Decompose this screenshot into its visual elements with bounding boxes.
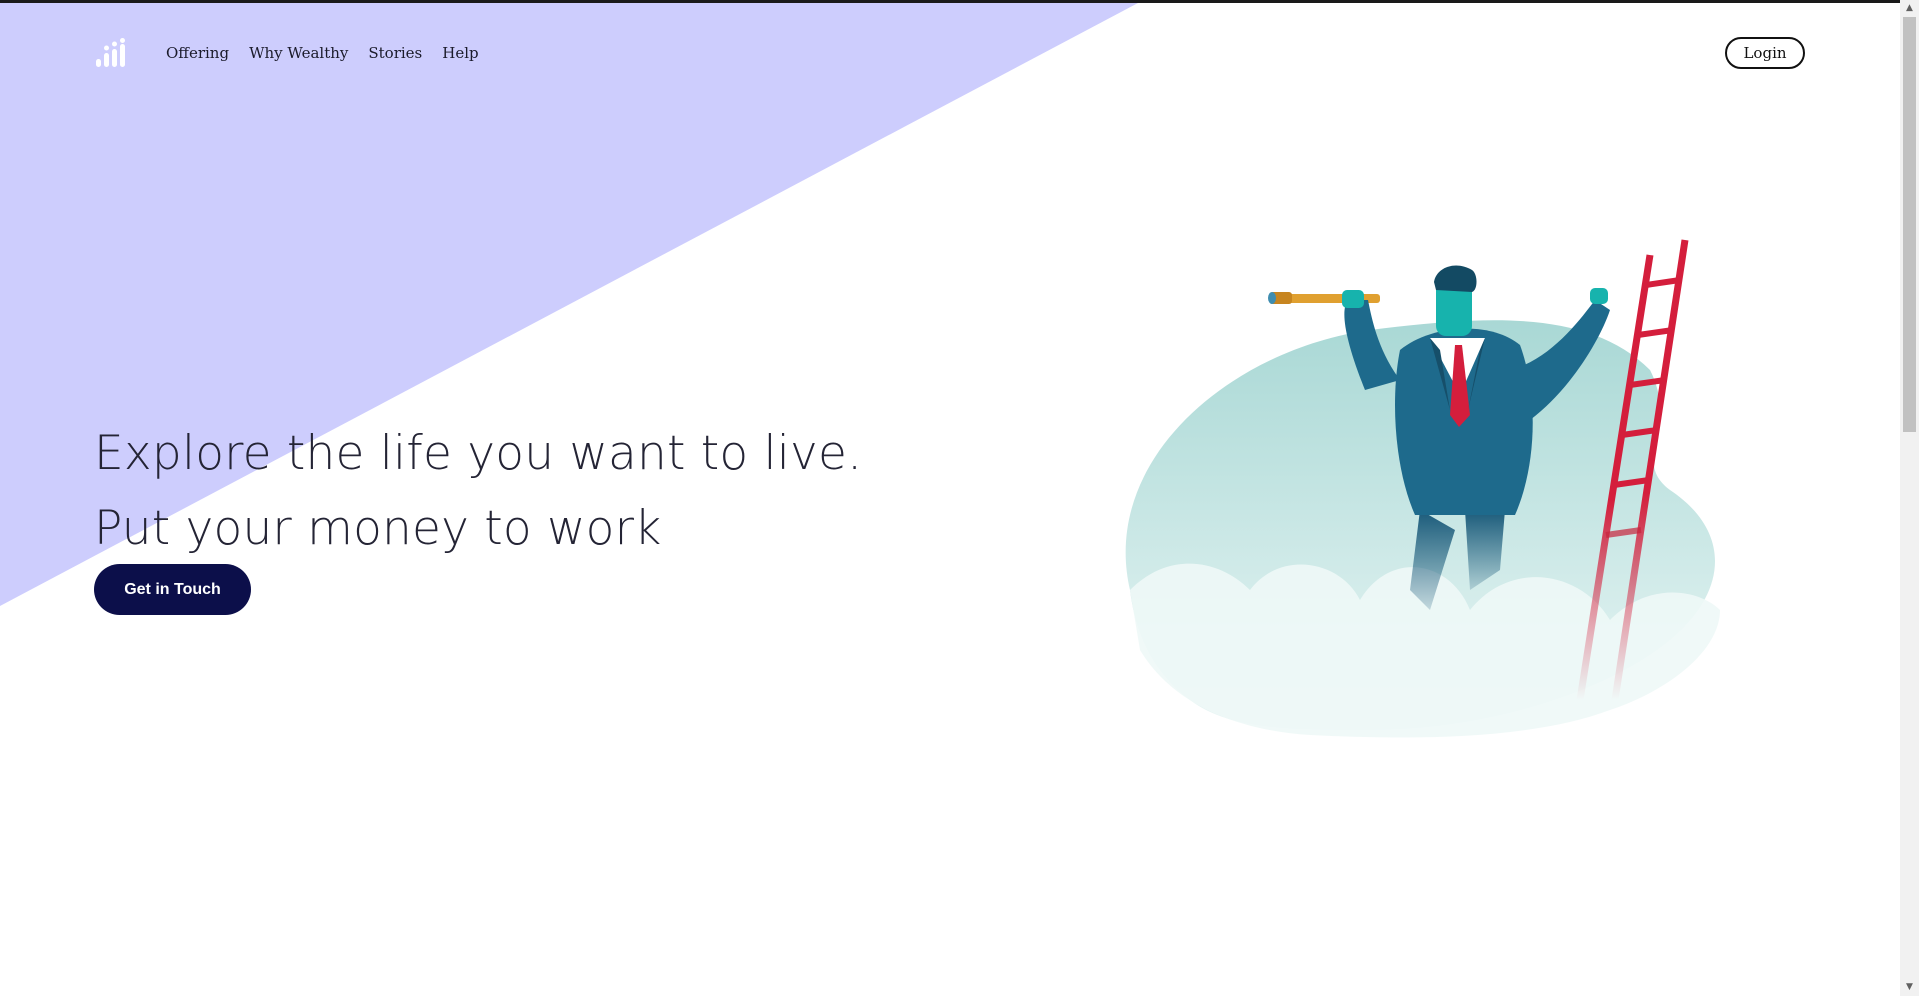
page: Offering Why Wealthy Stories Help Login … — [0, 0, 1900, 996]
logo-icon[interactable] — [94, 38, 134, 68]
scroll-down-arrow-icon[interactable]: ▼ — [1900, 979, 1919, 996]
login-button[interactable]: Login — [1725, 37, 1805, 69]
businessman-telescope-illustration — [1125, 239, 1720, 738]
nav-link-why-wealthy[interactable]: Why Wealthy — [249, 44, 348, 62]
scroll-thumb[interactable] — [1903, 17, 1916, 432]
get-in-touch-button[interactable]: Get in Touch — [94, 564, 251, 615]
nav-link-stories[interactable]: Stories — [368, 44, 422, 62]
hero-headline-line-2: Put your money to work — [94, 501, 662, 556]
top-navigation: Offering Why Wealthy Stories Help — [94, 38, 499, 68]
hero-headline-line-1: Explore the life you want to live. — [94, 426, 863, 481]
vertical-scrollbar[interactable]: ▲ ▼ — [1900, 0, 1919, 996]
scroll-up-arrow-icon[interactable]: ▲ — [1900, 0, 1919, 17]
nav-link-help[interactable]: Help — [442, 44, 478, 62]
nav-link-offering[interactable]: Offering — [166, 44, 229, 62]
hero-headline: Explore the life you want to live. Put y… — [94, 416, 862, 566]
